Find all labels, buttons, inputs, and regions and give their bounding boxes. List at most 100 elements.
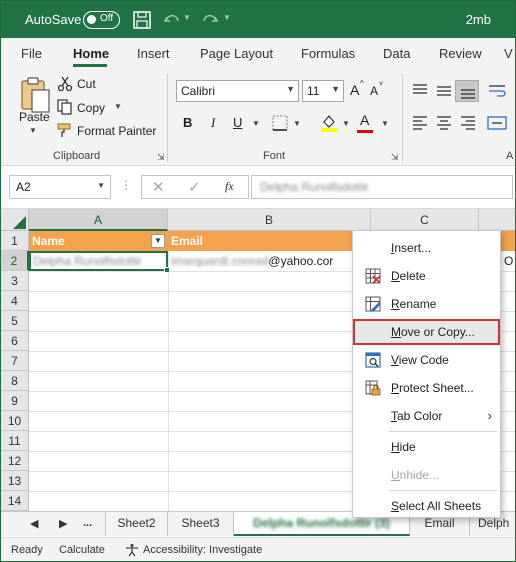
undo-icon[interactable]: [161, 9, 183, 31]
column-header-a[interactable]: A: [29, 209, 168, 231]
menu-item-view-code[interactable]: View Code: [353, 347, 500, 373]
status-calculate[interactable]: Calculate: [59, 544, 105, 556]
cut-icon[interactable]: [57, 76, 73, 92]
redo-icon[interactable]: [199, 9, 221, 31]
cell-a1[interactable]: Name: [29, 231, 168, 251]
clipboard-launcher-icon[interactable]: ⇲: [157, 152, 165, 163]
redo-dropdown-icon[interactable]: ▼: [223, 13, 231, 22]
menu-item-select-all-sheets[interactable]: Select All Sheets: [353, 493, 500, 519]
cell-d2[interactable]: O: [504, 251, 513, 271]
formula-input[interactable]: Delpha Runolfsdottir: [251, 175, 513, 199]
tab-page-layout[interactable]: Page Layout: [200, 46, 273, 61]
underline-button[interactable]: U: [233, 115, 242, 130]
font-size-select[interactable]: 11 ▼: [302, 80, 344, 102]
fill-color-dropdown-icon[interactable]: ▼: [342, 119, 350, 128]
fill-handle[interactable]: [164, 267, 170, 273]
more-options-icon[interactable]: ⋮: [120, 178, 132, 192]
menu-item-insert[interactable]: Insert...: [353, 235, 500, 261]
row-header[interactable]: 3: [1, 271, 29, 291]
menu-item-rename[interactable]: Rename: [353, 291, 500, 317]
more-sheets-button[interactable]: ...: [83, 517, 92, 529]
align-center-icon[interactable]: [435, 114, 453, 132]
menu-item-move-or-copy[interactable]: Move or Copy...: [353, 319, 500, 345]
title-bar: AutoSave Off ▼ ▼ 2mb: [1, 1, 515, 38]
row-header[interactable]: 12: [1, 451, 29, 471]
row-header[interactable]: 11: [1, 431, 29, 451]
row-header[interactable]: 1: [1, 231, 29, 251]
tab-home[interactable]: Home: [73, 46, 109, 61]
font-name-select[interactable]: Calibri ▼: [176, 80, 299, 102]
scroll-tabs-right-icon[interactable]: ▶: [59, 517, 67, 530]
row-header[interactable]: 9: [1, 391, 29, 411]
sheet-tab-sheet3[interactable]: Sheet3: [168, 512, 234, 536]
font-launcher-icon[interactable]: ⇲: [391, 152, 399, 163]
row-header[interactable]: 8: [1, 371, 29, 391]
bold-button[interactable]: B: [183, 115, 192, 130]
insert-function-button[interactable]: fx: [225, 179, 234, 194]
select-all-corner[interactable]: [1, 209, 29, 231]
cut-label[interactable]: Cut: [77, 77, 96, 91]
row-header[interactable]: 5: [1, 311, 29, 331]
column-header-c[interactable]: C: [371, 209, 479, 231]
align-left-icon[interactable]: [411, 114, 429, 132]
paste-label[interactable]: Paste: [19, 110, 50, 124]
row-header[interactable]: 7: [1, 351, 29, 371]
save-icon[interactable]: [131, 9, 153, 31]
filter-icon[interactable]: ▼: [151, 234, 165, 248]
wrap-text-icon[interactable]: [487, 82, 507, 100]
row-header[interactable]: 2: [1, 251, 29, 271]
format-painter-label[interactable]: Format Painter: [77, 124, 156, 138]
paste-dropdown-icon[interactable]: ▼: [29, 126, 37, 135]
accessibility-icon[interactable]: [125, 543, 139, 557]
menu-item-tab-color[interactable]: Tab Color ›: [353, 403, 500, 429]
scroll-tabs-left-icon[interactable]: ◀: [30, 517, 38, 530]
enter-icon[interactable]: ✓: [188, 178, 201, 196]
row-header[interactable]: 14: [1, 491, 29, 511]
column-header-d[interactable]: [479, 209, 515, 231]
copy-label[interactable]: Copy: [77, 101, 105, 115]
menu-separator: [389, 431, 497, 432]
cell-d2-text: O: [504, 254, 514, 268]
name-box[interactable]: A2 ▼: [9, 175, 111, 199]
tab-insert[interactable]: Insert: [137, 46, 170, 61]
shrink-font-icon: ˅: [379, 81, 384, 88]
menu-item-protect-sheet[interactable]: Protect Sheet...: [353, 375, 500, 401]
row-header[interactable]: 10: [1, 411, 29, 431]
autosave-toggle[interactable]: Off: [83, 11, 120, 29]
shrink-font-button[interactable]: A: [370, 84, 378, 98]
cell-b1[interactable]: Email: [168, 231, 371, 251]
tab-data[interactable]: Data: [383, 46, 410, 61]
underline-dropdown-icon[interactable]: ▼: [252, 119, 260, 128]
cancel-icon[interactable]: ✕: [152, 178, 165, 196]
undo-dropdown-icon[interactable]: ▼: [183, 13, 191, 22]
copy-icon[interactable]: [57, 99, 73, 115]
row-header[interactable]: 4: [1, 291, 29, 311]
italic-button[interactable]: I: [211, 115, 215, 131]
align-right-icon[interactable]: [459, 114, 477, 132]
tab-file[interactable]: File: [21, 46, 42, 61]
border-icon[interactable]: [271, 114, 289, 132]
column-header-b[interactable]: B: [168, 209, 371, 231]
row-header[interactable]: 13: [1, 471, 29, 491]
align-bottom-button[interactable]: [455, 80, 479, 102]
font-color-dropdown-icon[interactable]: ▼: [381, 119, 389, 128]
menu-item-label: Unhide...: [391, 468, 440, 482]
fill-color-icon[interactable]: [319, 113, 339, 133]
row-header[interactable]: 6: [1, 331, 29, 351]
merge-center-icon[interactable]: [487, 114, 507, 132]
border-dropdown-icon[interactable]: ▼: [293, 119, 301, 128]
tab-formulas[interactable]: Formulas: [301, 46, 355, 61]
font-color-button[interactable]: A: [360, 112, 369, 128]
align-top-icon[interactable]: [411, 82, 429, 100]
align-middle-icon[interactable]: [435, 82, 453, 100]
menu-item-delete[interactable]: Delete: [353, 263, 500, 289]
sheet-tab-sheet2[interactable]: Sheet2: [105, 512, 168, 536]
tab-view[interactable]: V: [504, 46, 513, 61]
format-painter-icon[interactable]: [57, 122, 73, 138]
grow-font-button[interactable]: A: [350, 82, 359, 98]
tab-review[interactable]: Review: [439, 46, 482, 61]
menu-item-hide[interactable]: Hide: [353, 434, 500, 460]
status-accessibility[interactable]: Accessibility: Investigate: [143, 544, 262, 556]
cell-b2[interactable]: imarquardt.conrad@yahoo.cor: [171, 251, 333, 271]
copy-dropdown-icon[interactable]: ▼: [114, 102, 122, 111]
